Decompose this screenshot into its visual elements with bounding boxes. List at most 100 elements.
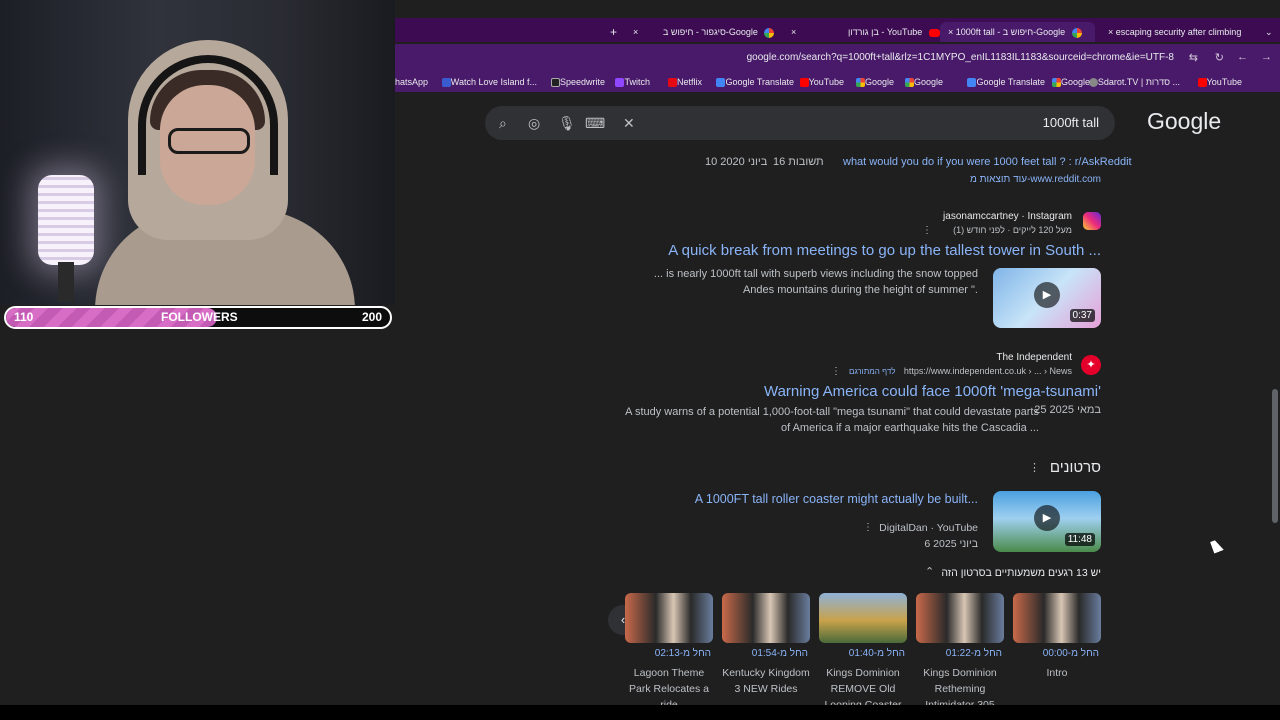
bookmark-item[interactable]: Google — [901, 77, 943, 88]
bookmark-item[interactable]: Google — [852, 77, 894, 88]
moment-thumbnail — [625, 593, 713, 643]
more-options-icon[interactable]: ⋮ — [863, 522, 873, 533]
lamp — [38, 175, 94, 265]
bookmark-item[interactable]: YouTube — [1194, 77, 1242, 88]
bookmark-item[interactable]: Google Translate — [712, 77, 794, 88]
reddit-more-link[interactable]: עוד תוצאות מ-www.reddit.com — [970, 174, 1101, 185]
keyboard-icon[interactable]: ⌨ — [585, 115, 605, 132]
more-options-icon[interactable]: ⋮ — [1029, 461, 1040, 474]
lens-icon[interactable]: ◎ — [528, 115, 540, 132]
lamp-stand — [58, 262, 74, 302]
search-query[interactable]: 1000ft tall — [1043, 115, 1099, 130]
close-tab-icon[interactable]: × — [948, 27, 956, 37]
bookmark-item[interactable]: Speedwrite — [547, 77, 605, 88]
instagram-meta: מעל 120 לייקים · לפני חודש (1) — [953, 225, 1072, 235]
close-tab-icon[interactable]: × — [1108, 27, 1116, 37]
key-moment[interactable]: החל מ-01:54 Kentucky Kingdom 3 NEW Rides — [722, 593, 810, 697]
forward-icon[interactable]: → — [1261, 51, 1272, 63]
moment-thumbnail — [819, 593, 907, 643]
reddit-date: 10 ביוני 2020 — [705, 156, 768, 168]
tab-escaping-security[interactable]: × escaping security after climbing — [1100, 22, 1255, 42]
moment-thumbnail — [1013, 593, 1101, 643]
video-title-link[interactable]: A 1000FT tall roller coaster might actua… — [695, 492, 978, 506]
instagram-snippet: ... is nearly 1000ft tall with superb vi… — [653, 268, 978, 296]
close-tab-icon[interactable]: × — [625, 22, 646, 42]
key-moment[interactable]: החל מ-02:13 Lagoon Theme Park Relocates … — [625, 593, 713, 705]
key-moment[interactable]: החל מ-00:00 Intro — [1013, 593, 1101, 681]
tab-title: 1000ft tall - חיפוש ב-Google — [955, 27, 1066, 37]
independent-eagle-icon: ✦ — [1081, 355, 1101, 375]
bookmark-item[interactable]: YouTube — [796, 77, 844, 88]
followers-label: FOLLOWERS — [161, 310, 238, 324]
tab-title: בן גורדון - YouTube — [848, 27, 923, 37]
bottom-bar — [0, 705, 1280, 720]
bookmark-item[interactable]: Watch Love Island f... — [438, 77, 537, 88]
tab-google-1000ft-active[interactable]: × 1000ft tall - חיפוש ב-Google — [940, 22, 1095, 42]
url-field[interactable]: google.com/search?q=1000ft+tall&rlz=1C1M… — [747, 52, 1174, 63]
tab-youtube[interactable]: בן גורדון - YouTube — [840, 22, 940, 42]
scrollbar-thumb[interactable] — [1272, 389, 1278, 523]
tab-strip: + × סיגפור - חיפוש ב-Google × בן גורדון … — [395, 18, 1280, 42]
independent-snippet: A study warns of a potential 1,000-foot-… — [625, 406, 1039, 434]
video-date: 6 ביוני 2025 — [924, 538, 978, 550]
clear-icon[interactable]: ✕ — [623, 115, 635, 132]
search-box[interactable]: ⌕ ◎ 🎙 ⌨ ✕ 1000ft tall — [485, 106, 1115, 140]
bookmarks-bar: YouTube Sdarot.TV | סדרות ... Google Goo… — [385, 72, 1280, 92]
play-icon: ▶ — [1034, 282, 1060, 308]
tab-list-chevron-icon[interactable]: ⌄ — [1257, 22, 1280, 42]
reload-icon[interactable]: ↻ — [1215, 51, 1224, 64]
moment-thumbnail — [916, 593, 1004, 643]
followers-goal-bar: 110 FOLLOWERS 200 — [4, 306, 392, 329]
bookmark-item[interactable]: Twitch — [611, 77, 650, 88]
moment-thumbnail — [722, 593, 810, 643]
moment-label: Kings Dominion Retheming Intimidator 305 — [923, 667, 997, 705]
webcam-overlay — [0, 0, 395, 305]
more-options-icon[interactable]: ⋮ — [831, 366, 841, 377]
tab-title: סיגפור - חיפוש ב-Google — [663, 27, 758, 37]
followers-goal: 200 — [361, 310, 382, 324]
chevron-up-icon[interactable]: ⌃ — [925, 565, 934, 578]
address-bar: google.com/search?q=1000ft+tall&rlz=1C1M… — [395, 44, 1280, 72]
site-settings-icon[interactable]: ⇆ — [1189, 51, 1198, 64]
moment-start: החל מ-01:22 — [945, 648, 1002, 659]
reddit-title-link[interactable]: what would you do if you were 1000 feet … — [843, 156, 1132, 168]
close-tab-icon[interactable]: × — [783, 22, 804, 42]
instagram-source: jasonamccartney · Instagram — [943, 211, 1072, 222]
reddit-answers: 16 תשובות — [773, 156, 824, 168]
tab-google-singapore[interactable]: סיגפור - חיפוש ב-Google — [655, 22, 780, 42]
followers-current: 110 — [14, 310, 34, 324]
google-icon — [1071, 27, 1082, 38]
new-tab-icon[interactable]: + — [602, 22, 625, 42]
search-icon[interactable]: ⌕ — [499, 115, 507, 132]
back-icon[interactable]: ← — [1237, 51, 1248, 63]
moment-label: Kings Dominion REMOVE Old Looping Coaste… — [824, 667, 902, 705]
key-moment[interactable]: החל מ-01:40 Kings Dominion REMOVE Old Lo… — [819, 593, 907, 705]
bookmark-item[interactable]: Netflix — [664, 77, 702, 88]
moment-start: החל מ-01:40 — [848, 648, 905, 659]
videos-heading: סרטונים — [1049, 459, 1101, 476]
instagram-video-thumbnail[interactable]: ▶ 0:37 — [993, 268, 1101, 328]
instagram-icon — [1083, 212, 1101, 230]
google-icon — [764, 27, 775, 38]
bookmark-item[interactable]: Google — [1048, 77, 1090, 88]
instagram-title-link[interactable]: A quick break from meetings to go up the… — [668, 242, 1101, 259]
key-moment[interactable]: החל מ-01:22 Kings Dominion Retheming Int… — [916, 593, 1004, 705]
independent-title-link[interactable]: Warning America could face 1000ft 'mega-… — [764, 383, 1101, 400]
moment-label: Kentucky Kingdom 3 NEW Rides — [722, 667, 810, 695]
video-thumbnail[interactable]: ▶ 11:48 — [993, 491, 1101, 552]
independent-source: The Independent — [996, 352, 1072, 363]
moment-start: החל מ-01:54 — [751, 648, 808, 659]
bookmark-item[interactable]: Sdarot.TV | סדרות ... — [1085, 77, 1180, 88]
video-duration: 0:37 — [1069, 309, 1095, 322]
microphone-icon[interactable]: 🎙 — [558, 115, 576, 132]
key-moments-label: יש 13 רגעים משמעותיים בסרטון הזה — [941, 567, 1101, 579]
bookmark-item[interactable]: Google Translate — [963, 77, 1045, 88]
google-logo[interactable]: Google — [1147, 108, 1221, 135]
independent-url[interactable]: https://www.independent.co.uk › ... › Ne… — [904, 366, 1072, 376]
moment-label: Intro — [1046, 667, 1068, 679]
play-icon: ▶ — [1034, 505, 1060, 531]
more-options-icon[interactable]: ⋮ — [922, 225, 932, 236]
page-scrollbar[interactable] — [1270, 92, 1280, 705]
tab-title: escaping security after climbing — [1115, 27, 1242, 37]
translate-link[interactable]: לדף המתורגם — [849, 367, 896, 376]
